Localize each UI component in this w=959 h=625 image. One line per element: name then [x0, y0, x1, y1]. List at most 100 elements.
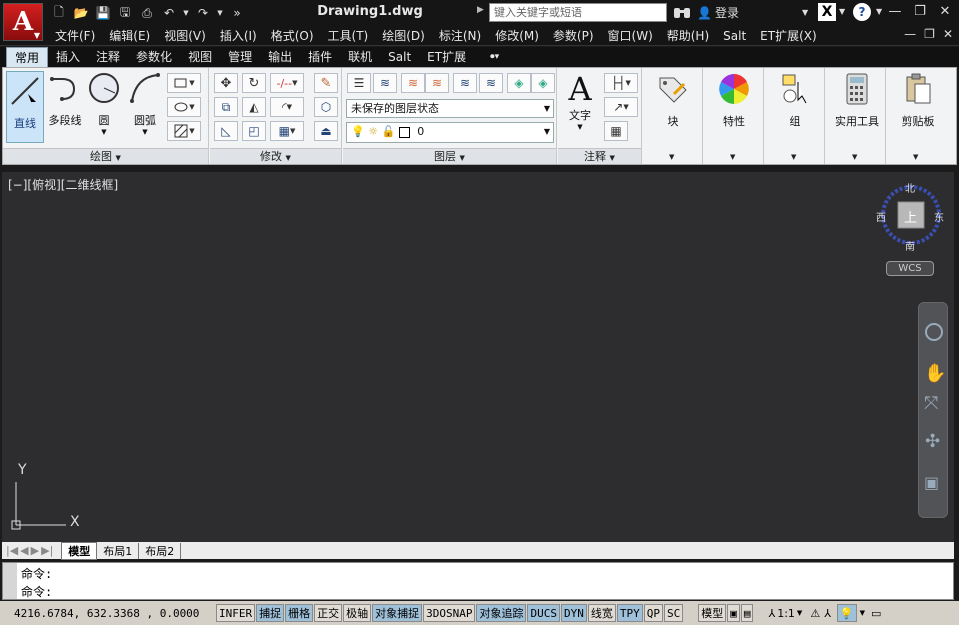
status-toggle-12[interactable]: QP — [643, 604, 663, 622]
layer-previous-button[interactable]: ≋ — [479, 73, 503, 93]
layer-off-button[interactable]: ◈ — [531, 73, 555, 93]
status-toggle-1[interactable]: 捕捉 — [256, 604, 285, 622]
menu-view[interactable]: 视图(V) — [157, 27, 213, 45]
status-toggle-0[interactable]: INFER — [216, 604, 256, 622]
block-button[interactable]: 块 — [653, 72, 693, 129]
status-toggle-2[interactable]: 栅格 — [285, 604, 314, 622]
copy-button[interactable]: ⧉ — [214, 97, 238, 117]
tab-layout1[interactable]: 布局1 — [97, 542, 140, 559]
scale-button[interactable]: ◰ — [242, 121, 266, 141]
clipboard-panel[interactable]: 剪贴板 ▼ — [887, 68, 947, 164]
tab-online[interactable]: 联机 — [340, 47, 380, 67]
chevron-down-icon[interactable]: ▼ — [839, 7, 845, 16]
viewcube-south-label[interactable]: 南 — [905, 238, 915, 253]
viewcube[interactable]: 北 南 西 东 上 — [876, 180, 944, 253]
drawing-canvas[interactable]: [−][俯视][二维线框] Y X — [2, 172, 954, 542]
tab-output[interactable]: 输出 — [260, 47, 300, 67]
offset-button[interactable]: ⏏ — [314, 121, 338, 141]
pan-hand-icon[interactable]: ✋ — [924, 363, 946, 384]
viewcube-top-face[interactable]: 上 — [904, 207, 917, 226]
leader-button[interactable]: ↗ ▼ — [604, 97, 638, 117]
tab-manage[interactable]: 管理 — [220, 47, 260, 67]
annotation-scale-value[interactable]: 1:1 — [777, 607, 795, 620]
menu-window[interactable]: 窗口(W) — [601, 27, 660, 45]
status-toggle-9[interactable]: DYN — [560, 604, 587, 622]
fillet-button[interactable]: ◜ ▼ — [270, 97, 304, 117]
menu-edit[interactable]: 编辑(E) — [102, 27, 157, 45]
coordinate-readout[interactable]: 4216.6784, 632.3368 , 0.0000 — [0, 607, 216, 620]
tab-et-express[interactable]: ET扩展 — [419, 47, 474, 67]
doc-minimize-icon[interactable]: — — [904, 27, 916, 41]
menu-help[interactable]: 帮助(H) — [660, 27, 716, 45]
group-panel[interactable]: 组 ▼ — [765, 68, 825, 164]
undo-icon[interactable]: ↶ — [160, 4, 178, 22]
tab-home[interactable]: 常用 — [6, 47, 49, 67]
steeringwheel-icon[interactable] — [925, 323, 943, 341]
array-button[interactable]: ▦ ▼ — [270, 121, 304, 141]
redo-icon[interactable]: ↷ — [194, 4, 212, 22]
menu-parametric[interactable]: 参数(P) — [546, 27, 601, 45]
chevron-down-icon[interactable]: ▼ — [797, 609, 802, 617]
layers-panel-label[interactable]: 图层 ▼ — [343, 148, 556, 164]
menu-et-express[interactable]: ET扩展(X) — [753, 27, 824, 45]
tab-insert[interactable]: 插入 — [48, 47, 88, 67]
new-file-icon[interactable]: 🗋 — [50, 4, 68, 22]
viewcube-north-label[interactable]: 北 — [905, 180, 915, 195]
mirror-button[interactable]: ◭ — [242, 97, 266, 117]
quick-view-layouts-icon[interactable]: ▣ — [727, 604, 740, 622]
status-toggle-7[interactable]: 对象追踪 — [476, 604, 527, 622]
hatch-button[interactable]: ▼ — [167, 121, 201, 141]
search-input[interactable]: 键入关键字或短语 — [489, 3, 667, 22]
wcs-menu-button[interactable]: WCS — [886, 261, 934, 276]
menu-draw[interactable]: 绘图(D) — [375, 27, 432, 45]
erase-button[interactable]: ✎ — [314, 73, 338, 93]
layer-state-dropdown[interactable]: 未保存的图层状态 ▼ — [346, 99, 554, 118]
clipboard-button[interactable]: 剪贴板 — [893, 72, 943, 129]
tab-annotate[interactable]: 注释 — [88, 47, 128, 67]
ellipse-button[interactable]: ▼ — [167, 97, 201, 117]
tab-scroll-first-icon[interactable]: |◀ — [6, 544, 18, 557]
layer-unisolate-button[interactable]: ≋ — [425, 73, 449, 93]
move-button[interactable]: ✥ — [214, 73, 238, 93]
menu-insert[interactable]: 插入(I) — [213, 27, 264, 45]
viewcube-east-label[interactable]: 东 — [934, 209, 944, 224]
polyline-button[interactable]: 多段线 — [45, 71, 85, 128]
viewcube-west-label[interactable]: 西 — [876, 209, 886, 224]
viewport-controls-label[interactable]: [−][俯视][二维线框] — [8, 176, 118, 193]
table-button[interactable]: ▦ — [604, 121, 628, 141]
chevron-down-icon[interactable]: ▼ — [876, 7, 882, 16]
doc-close-icon[interactable]: ✕ — [943, 27, 953, 41]
status-toggle-13[interactable]: SC — [663, 604, 684, 622]
binoculars-icon[interactable] — [673, 4, 691, 20]
layer-isolate-button[interactable]: ≋ — [401, 73, 425, 93]
auto-scale-icon[interactable]: ⅄ — [824, 607, 831, 620]
status-toggle-11[interactable]: TPY — [616, 604, 643, 622]
status-toggle-8[interactable]: DUCS — [527, 604, 560, 622]
model-space-button[interactable]: 模型 — [698, 604, 727, 622]
undo-dropdown-icon[interactable]: ▼ — [182, 4, 190, 22]
layer-match-button[interactable]: ≋ — [453, 73, 477, 93]
command-window[interactable]: 命令: 命令: — [2, 562, 954, 600]
annotation-visibility-icon[interactable]: ⚠ — [810, 607, 820, 620]
linear-dimension-button[interactable]: ├┤ ▼ — [604, 73, 638, 93]
properties-button[interactable]: 特性 — [714, 72, 754, 129]
status-toggle-4[interactable]: 极轴 — [343, 604, 372, 622]
ribbon-minimize-toggle-icon[interactable]: ⏺▾ — [482, 47, 507, 67]
showmotion-icon[interactable]: ▣ — [924, 473, 939, 492]
layer-freeze-button[interactable]: ◈ — [507, 73, 531, 93]
group-button[interactable]: 组 — [775, 72, 815, 129]
chevron-down-icon[interactable]: ▼ — [860, 609, 865, 617]
help-icon[interactable]: ? — [853, 3, 871, 21]
application-menu-button[interactable]: A ▼ — [3, 3, 43, 41]
clean-screen-icon[interactable]: ▭ — [871, 607, 881, 620]
line-button[interactable]: 直线 — [6, 71, 44, 143]
stretch-button[interactable]: ◺ — [214, 121, 238, 141]
menu-salt[interactable]: Salt — [716, 27, 753, 45]
tab-salt[interactable]: Salt — [380, 47, 419, 67]
login-button[interactable]: 👤 登录 ▼ — [697, 4, 808, 21]
maximize-window-icon[interactable]: ❐ — [908, 2, 932, 22]
qat-overflow-icon[interactable]: » — [228, 4, 246, 22]
draw-panel-label[interactable]: 绘图 ▼ — [3, 148, 208, 164]
orbit-icon[interactable]: ✣ — [925, 431, 940, 452]
modify-panel-label[interactable]: 修改 ▼ — [210, 148, 341, 164]
